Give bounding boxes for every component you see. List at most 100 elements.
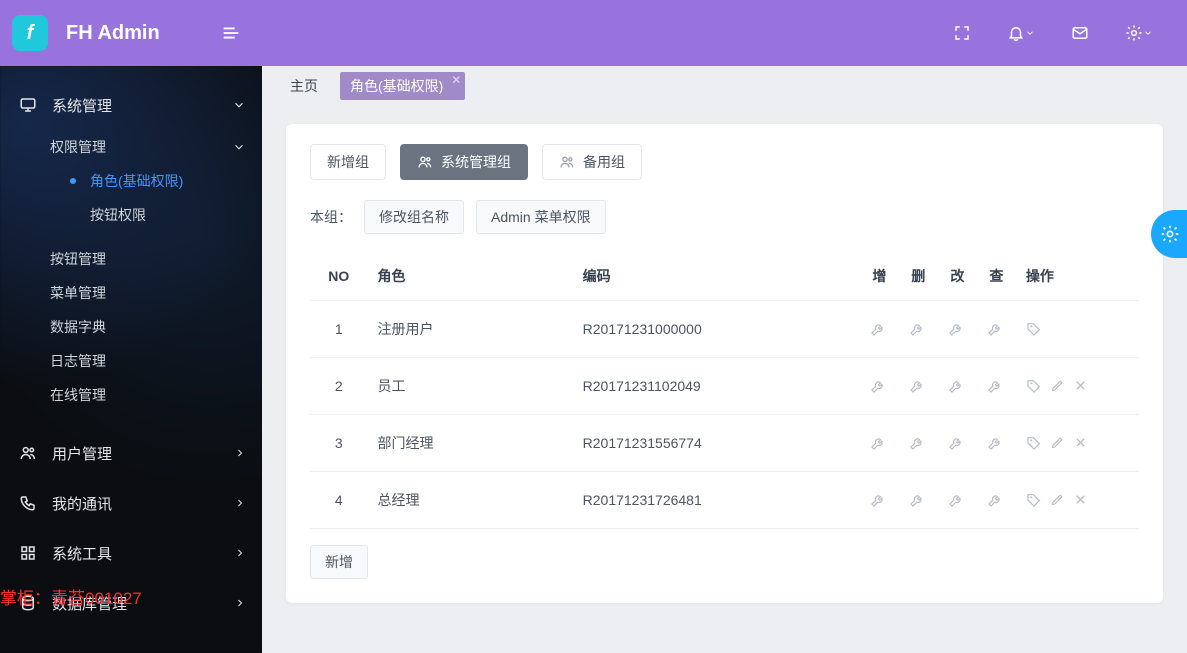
cell-code: R20171231000000 [573, 301, 860, 358]
perm-del-button[interactable] [909, 378, 928, 394]
collapse-sidebar-button[interactable] [220, 22, 270, 44]
perm-del-button[interactable] [909, 492, 928, 508]
tab-role-base-perm[interactable]: 角色(基础权限) ✕ [340, 72, 465, 100]
group-toolbar: 新增组 系统管理组 备用组 [310, 144, 1139, 180]
col-role: 角色 [367, 252, 572, 301]
sidebar-item-online-mgmt[interactable]: 在线管理 [34, 378, 262, 412]
edit-button[interactable] [1050, 492, 1065, 508]
users-icon [559, 154, 575, 170]
sidebar-item-button-mgmt[interactable]: 按钮管理 [34, 242, 262, 276]
gear-icon [1125, 24, 1143, 42]
cell-no: 1 [310, 301, 367, 358]
bell-icon [1007, 24, 1025, 42]
perm-add-button[interactable] [870, 378, 889, 394]
sidebar-item-label: 日志管理 [50, 351, 106, 371]
sidebar-item-label: 系统管理 [52, 95, 112, 116]
monitor-icon [16, 96, 40, 114]
sidebar-item-comm[interactable]: 我的通讯 [0, 478, 262, 528]
cell-no: 4 [310, 472, 367, 529]
chevron-right-icon [234, 447, 246, 459]
backup-group-button[interactable]: 备用组 [542, 144, 642, 180]
sidebar-item-system[interactable]: 系统管理 [0, 80, 262, 130]
settings-menu-button[interactable] [1125, 24, 1153, 42]
cell-no: 2 [310, 358, 367, 415]
sidebar-item-label: 按钮管理 [50, 249, 106, 269]
tab-label: 角色(基础权限) [350, 78, 443, 94]
system-group-button[interactable]: 系统管理组 [400, 144, 528, 180]
perm-view-button[interactable] [987, 321, 1006, 337]
perm-view-button[interactable] [987, 435, 1006, 451]
table-row: 3部门经理R20171231556774 [310, 415, 1139, 472]
table-row: 1注册用户R20171231000000 [310, 301, 1139, 358]
perm-edit-button[interactable] [948, 321, 967, 337]
sidebar-item-label: 用户管理 [52, 443, 112, 464]
users-icon [417, 154, 433, 170]
chevron-right-icon [234, 547, 246, 559]
notifications-button[interactable] [1007, 24, 1035, 42]
sidebar-item-button-perm[interactable]: 按钮权限 [54, 198, 262, 232]
this-group-label: 本组： [310, 207, 352, 227]
content-area: 主页 角色(基础权限) ✕ 新增组 系统管理组 备用组 本组： 修改组名称 Ad… [262, 0, 1187, 653]
fullscreen-icon [953, 24, 971, 42]
sidebar: 系统管理 权限管理 角色(基础权限) 按钮权限 按钮管理 菜单管理 数据字典 [0, 66, 262, 653]
table-row: 4总经理R20171231726481 [310, 472, 1139, 529]
delete-button[interactable] [1073, 492, 1088, 508]
perm-add-button[interactable] [870, 492, 889, 508]
sidebar-item-perm-mgmt[interactable]: 权限管理 [34, 130, 262, 164]
sidebar-item-tools[interactable]: 系统工具 [0, 528, 262, 578]
fullscreen-button[interactable] [953, 24, 971, 42]
sidebar-item-label: 菜单管理 [50, 283, 106, 303]
add-group-button[interactable]: 新增组 [310, 144, 386, 180]
delete-button[interactable] [1073, 435, 1088, 451]
tab-close-button[interactable]: ✕ [451, 73, 461, 87]
col-edit: 改 [938, 252, 977, 301]
perm-add-button[interactable] [870, 321, 889, 337]
sidebar-item-users[interactable]: 用户管理 [0, 428, 262, 478]
tag-button[interactable] [1026, 492, 1042, 508]
gear-icon [1160, 224, 1180, 244]
add-role-button[interactable]: 新增 [310, 545, 368, 579]
sidebar-item-role-base-perm[interactable]: 角色(基础权限) [54, 164, 262, 198]
sidebar-item-label: 在线管理 [50, 385, 106, 405]
perm-edit-button[interactable] [948, 435, 967, 451]
perm-del-button[interactable] [909, 435, 928, 451]
users-icon [16, 444, 40, 462]
rename-group-button[interactable]: 修改组名称 [364, 200, 464, 234]
tag-button[interactable] [1026, 378, 1042, 394]
admin-menu-perm-button[interactable]: Admin 菜单权限 [476, 200, 606, 234]
col-del: 删 [899, 252, 938, 301]
sidebar-item-menu-mgmt[interactable]: 菜单管理 [34, 276, 262, 310]
cell-role: 注册用户 [367, 301, 572, 358]
col-no: NO [310, 252, 367, 301]
perm-edit-button[interactable] [948, 378, 967, 394]
col-view: 查 [977, 252, 1016, 301]
cell-role: 总经理 [367, 472, 572, 529]
tag-button[interactable] [1026, 321, 1042, 337]
roles-table: NO 角色 编码 增 删 改 查 操作 1注册用户R20171231000000… [310, 252, 1139, 529]
sidebar-item-data-dict[interactable]: 数据字典 [34, 310, 262, 344]
edit-button[interactable] [1050, 378, 1065, 394]
chevron-right-icon [234, 597, 246, 609]
tag-button[interactable] [1026, 435, 1042, 451]
sidebar-item-log-mgmt[interactable]: 日志管理 [34, 344, 262, 378]
sidebar-item-database[interactable]: 数据库管理 [0, 578, 262, 628]
button-label: 备用组 [583, 152, 625, 172]
perm-view-button[interactable] [987, 492, 1006, 508]
sidebar-item-label: 权限管理 [50, 137, 106, 157]
delete-button[interactable] [1073, 378, 1088, 394]
perm-edit-button[interactable] [948, 492, 967, 508]
chevron-down-icon [232, 98, 246, 112]
mail-icon [1071, 24, 1089, 42]
database-icon [16, 594, 40, 612]
col-code: 编码 [573, 252, 860, 301]
cell-code: R20171231726481 [573, 472, 860, 529]
button-label: 系统管理组 [441, 152, 511, 172]
perm-view-button[interactable] [987, 378, 1006, 394]
edit-button[interactable] [1050, 435, 1065, 451]
bullet-icon [70, 178, 76, 184]
perm-add-button[interactable] [870, 435, 889, 451]
perm-del-button[interactable] [909, 321, 928, 337]
logo[interactable]: f [0, 15, 60, 51]
messages-button[interactable] [1071, 24, 1089, 42]
tab-home[interactable]: 主页 [280, 72, 328, 100]
